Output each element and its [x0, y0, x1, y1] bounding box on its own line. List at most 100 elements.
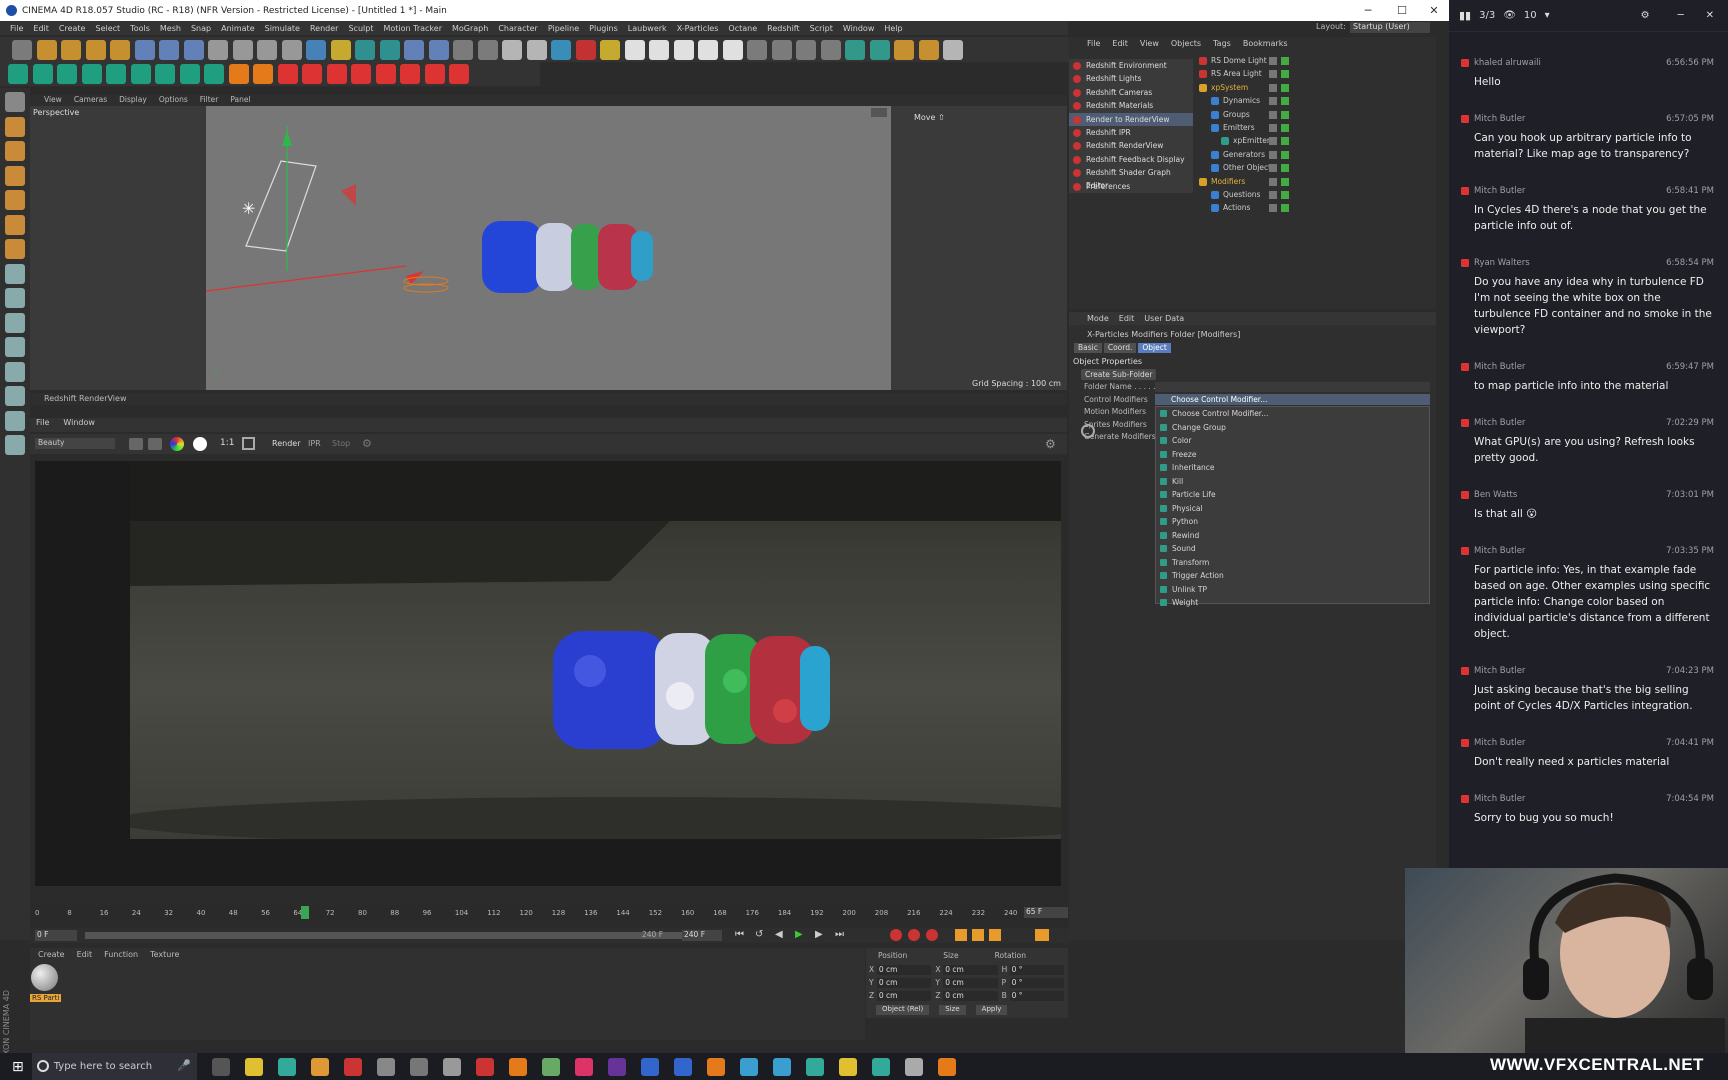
modifier-option-particle-life[interactable]: Particle Life	[1156, 488, 1429, 502]
modifier-option-weight[interactable]: Weight	[1156, 596, 1429, 610]
side-tool-icon[interactable]	[5, 410, 25, 431]
redshift-menu-item[interactable]: Preferences	[1069, 180, 1193, 193]
chat-username[interactable]: Ben Watts	[1474, 490, 1517, 500]
toolbar-tool-icon[interactable]	[624, 40, 645, 60]
object-row[interactable]: xpEmitter	[1199, 134, 1409, 147]
side-tool-icon[interactable]	[5, 190, 25, 210]
menu-motion-tracker[interactable]: Motion Tracker	[383, 24, 442, 33]
viewport-menu-filter[interactable]: Filter	[200, 95, 219, 106]
toolbar-tool-icon[interactable]	[355, 40, 375, 60]
object-visibility-toggles[interactable]	[1269, 110, 1289, 119]
plugin-tool-icon[interactable]	[375, 64, 396, 84]
plugin-tool-icon[interactable]	[400, 64, 420, 84]
stop-button[interactable]: Stop	[332, 439, 350, 448]
taskbar-app-icon[interactable]	[442, 1057, 461, 1076]
redshift-menu-item[interactable]: Redshift Materials	[1069, 99, 1193, 112]
menu-animate[interactable]: Animate	[221, 24, 255, 33]
toolbar-tool-icon[interactable]	[61, 40, 81, 60]
plugin-tool-icon[interactable]	[32, 64, 53, 84]
object-visibility-toggles[interactable]	[1269, 57, 1289, 65]
menu-file[interactable]: File	[10, 24, 23, 33]
side-tool-icon[interactable]	[5, 214, 25, 235]
plugin-tool-icon[interactable]	[277, 64, 298, 84]
plugin-tool-icon[interactable]	[302, 64, 322, 84]
toolbar-tool-icon[interactable]	[747, 40, 767, 60]
plugin-tool-icon[interactable]	[81, 64, 102, 84]
tab-basic[interactable]: Basic	[1074, 343, 1102, 353]
side-tool-icon[interactable]	[5, 239, 25, 259]
plugin-tool-icon[interactable]	[204, 64, 224, 84]
object-menu-file[interactable]: File	[1087, 37, 1100, 51]
menu-snap[interactable]: Snap	[191, 24, 211, 33]
taskbar-app-icon[interactable]	[937, 1057, 956, 1076]
toolbar-tool-icon[interactable]	[918, 40, 939, 60]
toolbar-tool-icon[interactable]	[159, 40, 179, 60]
toolbar-tool-icon[interactable]	[12, 40, 32, 60]
plugin-tool-icon[interactable]	[449, 64, 469, 84]
menu-laubwerk[interactable]: Laubwerk	[628, 24, 667, 33]
redshift-menu-item[interactable]: Redshift Cameras	[1069, 86, 1193, 99]
plugin-tool-icon[interactable]	[8, 64, 28, 84]
coord-value-field[interactable]: 0 cm	[876, 977, 932, 988]
chat-minimize-button[interactable]: ─	[1678, 10, 1684, 21]
plugin-tool-icon[interactable]	[228, 64, 249, 84]
chevron-down-icon[interactable]: ▾	[1545, 10, 1550, 21]
chat-username[interactable]: Mitch Butler	[1474, 794, 1525, 804]
viewport-menu-view[interactable]: View	[44, 95, 62, 106]
side-tool-icon[interactable]	[5, 263, 25, 284]
object-visibility-toggles[interactable]	[1269, 137, 1289, 146]
keyframe-selection-icon[interactable]	[926, 929, 938, 941]
coord-value-field[interactable]: 0 °	[1009, 990, 1064, 1001]
viewport-menu-display[interactable]: Display	[119, 95, 147, 106]
side-tool-icon[interactable]	[5, 141, 25, 161]
object-visibility-toggles[interactable]	[1269, 164, 1289, 173]
taskbar-app-icon[interactable]	[607, 1057, 626, 1076]
object-menu-edit[interactable]: Edit	[1112, 37, 1128, 51]
taskbar-app-icon[interactable]	[310, 1057, 329, 1076]
modifier-option-inheritance[interactable]: Inheritance	[1156, 461, 1429, 475]
toolbar-tool-icon[interactable]	[110, 40, 130, 60]
modifier-option-color[interactable]: Color	[1156, 434, 1429, 448]
object-visibility-toggles[interactable]	[1269, 97, 1289, 106]
side-tool-icon[interactable]	[5, 116, 25, 137]
taskbar-app-icon[interactable]	[871, 1057, 890, 1076]
taskbar-app-icon[interactable]	[409, 1057, 428, 1076]
taskbar-app-icon[interactable]	[211, 1057, 230, 1076]
toolbar-tool-icon[interactable]	[526, 40, 547, 60]
chat-username[interactable]: Ryan Walters	[1474, 258, 1530, 268]
toolbar-tool-icon[interactable]	[551, 40, 571, 60]
maximize-button[interactable]: ☐	[1387, 0, 1417, 21]
side-tool-icon[interactable]	[5, 386, 25, 406]
side-tool-icon[interactable]	[5, 312, 25, 333]
plugin-tool-icon[interactable]	[130, 64, 151, 84]
renderview-menu-window[interactable]: Window	[63, 418, 95, 432]
object-menu-tags[interactable]: Tags	[1213, 37, 1231, 51]
toolbar-tool-icon[interactable]	[477, 40, 498, 60]
apply-button[interactable]: Apply	[975, 1005, 1008, 1015]
modifier-option-physical[interactable]: Physical	[1156, 502, 1429, 516]
object-row[interactable]: Generators	[1199, 148, 1409, 161]
plugin-tool-icon[interactable]	[179, 64, 200, 84]
render-button[interactable]: Render	[272, 439, 300, 448]
viewport-canvas[interactable]: ✳ ⌐	[205, 106, 891, 390]
object-row[interactable]: xpSystem	[1199, 81, 1409, 94]
object-menu-objects[interactable]: Objects	[1171, 37, 1201, 51]
plugin-tool-icon[interactable]	[253, 64, 273, 84]
chat-settings-gear-icon[interactable]: ⚙	[1641, 10, 1650, 21]
taskbar-app-icon[interactable]	[244, 1057, 263, 1076]
modifier-option-trigger-action[interactable]: Trigger Action	[1156, 569, 1429, 583]
menu-select[interactable]: Select	[95, 24, 120, 33]
redshift-menu-item[interactable]: Redshift Environment	[1069, 59, 1193, 72]
minimize-button[interactable]: ─	[1353, 0, 1383, 21]
plugin-tool-icon[interactable]	[57, 64, 77, 84]
rotation-key-icon[interactable]	[989, 929, 1001, 941]
step-back-icon[interactable]: ◀	[775, 929, 783, 940]
tab-coord[interactable]: Coord.	[1103, 343, 1137, 353]
scale-key-icon[interactable]	[972, 929, 984, 941]
taskbar-app-icon[interactable]	[805, 1057, 824, 1076]
renderview-menu-file[interactable]: File	[36, 418, 49, 432]
plugin-tool-icon[interactable]	[155, 64, 175, 84]
material-menu-create[interactable]: Create	[38, 950, 65, 959]
side-tool-icon[interactable]	[5, 361, 25, 382]
tab-object[interactable]: Object	[1138, 343, 1171, 353]
